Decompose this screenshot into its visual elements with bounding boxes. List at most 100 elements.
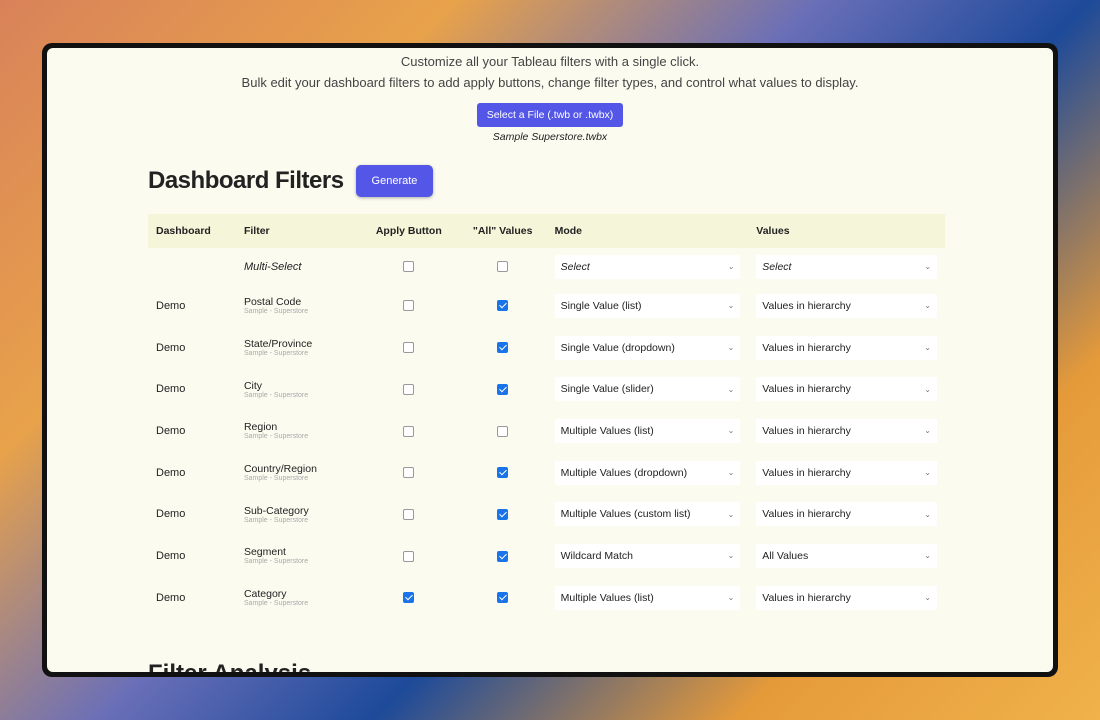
apply-button-checkbox[interactable] bbox=[403, 550, 415, 562]
chevron-down-icon: ⌄ bbox=[727, 468, 735, 478]
mode-select[interactable]: Multiple Values (dropdown) ⌄ bbox=[554, 460, 741, 485]
dashboard-name: Demo bbox=[156, 341, 186, 354]
filter-name: Category bbox=[243, 588, 287, 601]
filter-source: Sample - Superstore bbox=[243, 433, 309, 441]
values-select[interactable]: Values in hierarchy ⌄ bbox=[756, 460, 937, 485]
multi-values-select[interactable]: Select ⌄ bbox=[756, 254, 937, 279]
values-select[interactable]: Values in hierarchy ⌄ bbox=[756, 502, 937, 527]
column-header: Apply Button bbox=[358, 214, 459, 248]
values-value: Values in hierarchy bbox=[762, 424, 851, 437]
values-select[interactable]: Values in hierarchy ⌄ bbox=[756, 293, 937, 318]
mode-value: Single Value (list) bbox=[560, 299, 642, 312]
mode-select[interactable]: Single Value (dropdown) ⌄ bbox=[554, 335, 741, 360]
filter-source: Sample - Superstore bbox=[243, 308, 309, 316]
values-value: Values in hierarchy bbox=[762, 508, 851, 521]
chevron-down-icon: ⌄ bbox=[924, 301, 931, 311]
filter-name: Segment bbox=[243, 546, 286, 559]
column-header: "All" Values bbox=[458, 214, 547, 248]
chevron-down-icon: ⌄ bbox=[924, 262, 931, 271]
mode-select[interactable]: Multiple Values (list) ⌄ bbox=[554, 418, 741, 443]
filter-name: State/Province bbox=[243, 338, 313, 351]
apply-button-checkbox[interactable] bbox=[403, 508, 415, 520]
filter-source: Sample - Superstore bbox=[243, 600, 309, 608]
apply-button-checkbox[interactable] bbox=[403, 467, 415, 479]
table-row: Demo Sub-Category Sample - Superstore Mul… bbox=[148, 493, 945, 535]
table-row: Demo Region Sample - Superstore Multiple … bbox=[148, 410, 945, 452]
all-values-checkbox[interactable] bbox=[497, 467, 509, 479]
mode-value: Multiple Values (custom list) bbox=[560, 508, 691, 521]
filter-name: City bbox=[243, 379, 263, 392]
mode-value: Single Value (dropdown) bbox=[560, 341, 675, 354]
filter-analysis-title: Filter Analysis bbox=[148, 660, 311, 672]
table-row: Demo Category Sample - Superstore Multipl… bbox=[148, 577, 945, 619]
mode-select[interactable]: Single Value (list) ⌄ bbox=[554, 293, 741, 318]
all-values-checkbox[interactable] bbox=[497, 300, 509, 312]
table-row: Demo State/Province Sample - Superstore S… bbox=[148, 327, 945, 369]
dashboard-name: Demo bbox=[156, 466, 186, 479]
mode-value: Single Value (slider) bbox=[560, 383, 654, 396]
section-title: Dashboard Filters bbox=[148, 167, 344, 194]
values-select[interactable]: All Values ⌄ bbox=[756, 543, 937, 568]
chevron-down-icon: ⌄ bbox=[727, 343, 735, 353]
mode-select[interactable]: Multiple Values (custom list) ⌄ bbox=[554, 502, 741, 527]
chevron-down-icon: ⌄ bbox=[924, 468, 931, 478]
selected-file-name: Sample Superstore.twbx bbox=[492, 131, 608, 143]
values-value: Values in hierarchy bbox=[762, 466, 851, 479]
browser-window: Customize all your Tableau filters with … bbox=[42, 43, 1058, 677]
mode-select[interactable]: Multiple Values (list) ⌄ bbox=[554, 585, 741, 610]
page: Customize all your Tableau filters with … bbox=[47, 48, 1053, 672]
multi-all-checkbox[interactable] bbox=[497, 261, 509, 273]
filter-name: Postal Code bbox=[243, 296, 302, 309]
mode-value: Multiple Values (list) bbox=[560, 591, 654, 604]
dashboard-name: Demo bbox=[156, 383, 186, 396]
values-select[interactable]: Values in hierarchy ⌄ bbox=[756, 335, 937, 360]
dashboard-name: Demo bbox=[156, 299, 186, 312]
apply-button-checkbox[interactable] bbox=[403, 383, 415, 395]
chevron-down-icon: ⌄ bbox=[924, 509, 931, 519]
filter-source: Sample - Superstore bbox=[243, 516, 309, 524]
apply-button-checkbox[interactable] bbox=[403, 300, 415, 312]
filter-name: Country/Region bbox=[243, 463, 317, 476]
select-file-button[interactable]: Select a File (.twb or .twbx) bbox=[476, 103, 624, 127]
chevron-down-icon: ⌄ bbox=[727, 551, 735, 561]
table-row: Demo Postal Code Sample - Superstore Sing… bbox=[148, 285, 945, 327]
all-values-checkbox[interactable] bbox=[497, 425, 509, 437]
chevron-down-icon: ⌄ bbox=[727, 262, 735, 271]
chevron-down-icon: ⌄ bbox=[727, 384, 735, 394]
chevron-down-icon: ⌄ bbox=[727, 426, 735, 436]
values-select[interactable]: Values in hierarchy ⌄ bbox=[756, 377, 937, 402]
multi-apply-checkbox[interactable] bbox=[403, 261, 415, 273]
values-select[interactable]: Values in hierarchy ⌄ bbox=[756, 585, 937, 610]
all-values-checkbox[interactable] bbox=[497, 383, 509, 395]
multi-select-label: Multi-Select bbox=[243, 260, 302, 273]
apply-button-checkbox[interactable] bbox=[403, 342, 415, 354]
values-select[interactable]: Values in hierarchy ⌄ bbox=[756, 418, 937, 443]
mode-select[interactable]: Wildcard Match ⌄ bbox=[554, 543, 741, 568]
apply-button-checkbox[interactable] bbox=[403, 425, 415, 437]
table-row: Demo Country/Region Sample - Superstore M… bbox=[148, 452, 945, 494]
values-value: Values in hierarchy bbox=[762, 341, 851, 354]
values-value: Values in hierarchy bbox=[762, 591, 851, 604]
chevron-down-icon: ⌄ bbox=[924, 593, 931, 603]
values-value: Values in hierarchy bbox=[762, 383, 851, 396]
generate-button[interactable]: Generate bbox=[355, 165, 434, 197]
mode-select[interactable]: Single Value (slider) ⌄ bbox=[554, 377, 741, 402]
all-values-checkbox[interactable] bbox=[497, 342, 509, 354]
apply-button-checkbox[interactable] bbox=[403, 592, 415, 604]
chevron-down-icon: ⌄ bbox=[924, 551, 931, 561]
column-header: Dashboard bbox=[148, 214, 236, 248]
all-values-checkbox[interactable] bbox=[497, 550, 509, 562]
dashboard-name: Demo bbox=[156, 591, 186, 604]
filter-source: Sample - Superstore bbox=[243, 391, 309, 399]
filter-source: Sample - Superstore bbox=[243, 475, 309, 483]
all-values-checkbox[interactable] bbox=[497, 508, 509, 520]
filter-source: Sample - Superstore bbox=[243, 350, 309, 358]
filter-source: Sample - Superstore bbox=[243, 558, 309, 566]
filters-table: Dashboard Filter Apply Button "All" Values M… bbox=[148, 214, 945, 619]
dashboard-name: Demo bbox=[156, 508, 186, 521]
chevron-down-icon: ⌄ bbox=[727, 593, 735, 603]
all-values-checkbox[interactable] bbox=[497, 592, 509, 604]
chevron-down-icon: ⌄ bbox=[924, 343, 931, 353]
multi-mode-select[interactable]: Select ⌄ bbox=[554, 254, 741, 279]
values-value: Values in hierarchy bbox=[762, 299, 851, 312]
